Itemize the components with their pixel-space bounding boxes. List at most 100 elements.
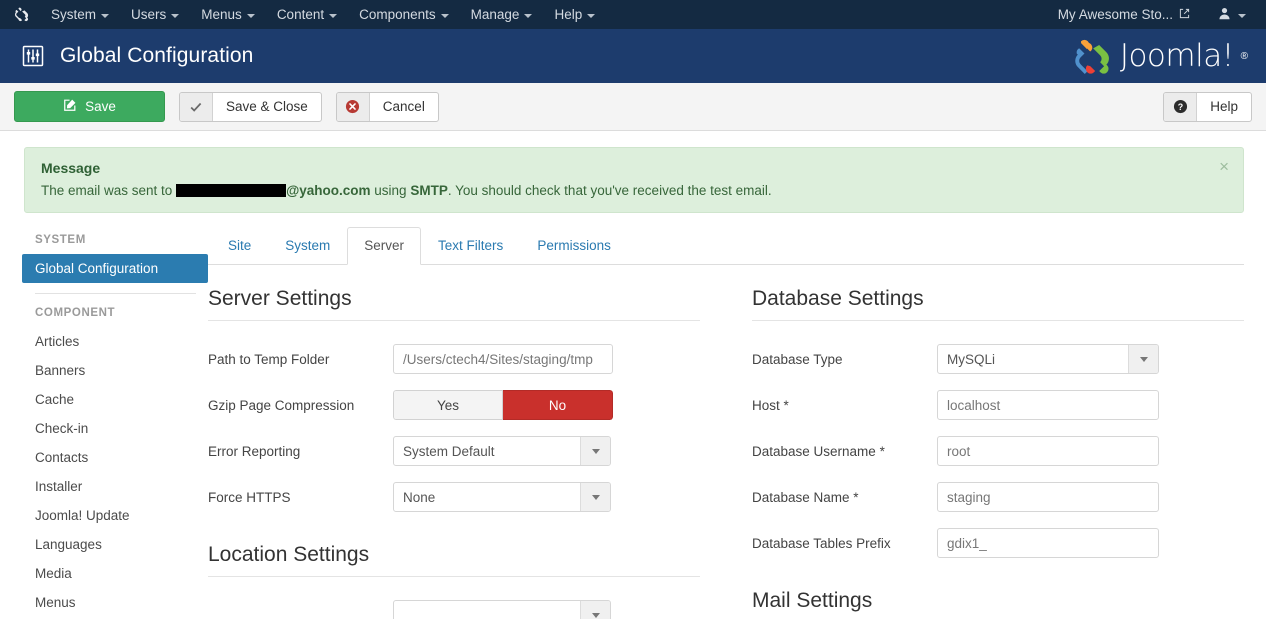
tab-label: Server	[364, 238, 405, 253]
page-title: Global Configuration	[60, 44, 254, 67]
tab-server[interactable]: Server	[347, 227, 422, 265]
joomla-logo: Joomla! ®	[1067, 36, 1248, 76]
menu-item-system-label: System	[51, 7, 97, 22]
field-control: MySQLi	[937, 344, 1244, 374]
field-label: Database Type	[752, 351, 843, 367]
sidebar-item-check-in[interactable]: Check-in	[22, 414, 208, 443]
field-gzip-page-compression: Gzip Page Compression Yes No	[208, 389, 700, 421]
sidebar-item-media[interactable]: Media	[22, 559, 208, 588]
user-menu[interactable]	[1204, 0, 1256, 29]
top-menu-bar: System Users Menus Content Components Ma…	[0, 0, 1266, 29]
cancel-circle-icon	[336, 92, 370, 121]
location-settings-title: Location Settings	[208, 543, 700, 577]
tab-label: Permissions	[537, 238, 611, 253]
gzip-option-no[interactable]: No	[503, 390, 613, 420]
database-name-input[interactable]	[937, 482, 1159, 512]
tab-label: Text Filters	[438, 238, 504, 253]
external-link-icon	[1179, 7, 1190, 22]
site-name-link[interactable]: My Awesome Sto...	[1044, 0, 1204, 29]
sidebar-item-label: Check-in	[35, 421, 89, 436]
menu-item-components[interactable]: Components	[348, 0, 460, 29]
sidebar-item-languages[interactable]: Languages	[22, 530, 208, 559]
temp-folder-input[interactable]	[393, 344, 613, 374]
chevron-down-icon	[246, 13, 255, 18]
pencil-square-icon	[63, 98, 77, 115]
mail-settings-title: Mail Settings	[752, 589, 1244, 619]
tab-label: Site	[228, 238, 252, 253]
sidebar-item-global-configuration[interactable]: Global Configuration	[22, 254, 208, 283]
sidebar-item-label: Media	[35, 566, 72, 581]
chevron-down-icon	[329, 13, 338, 18]
location-select[interactable]	[393, 600, 611, 619]
svg-text:?: ?	[1178, 102, 1183, 112]
message-text-mid: using	[374, 183, 407, 198]
sidebar-item-contacts[interactable]: Contacts	[22, 443, 208, 472]
force-https-value: None	[403, 489, 436, 505]
joomla-mark-icon[interactable]	[0, 6, 40, 23]
sidebar-item-label: Global Configuration	[35, 261, 159, 276]
save-and-close-button[interactable]: Save & Close	[179, 91, 322, 122]
field-label: Gzip Page Compression	[208, 397, 355, 413]
tab-label: System	[285, 238, 331, 253]
menu-item-menus[interactable]: Menus	[190, 0, 266, 29]
field-label: Error Reporting	[208, 443, 301, 459]
gzip-option-yes[interactable]: Yes	[393, 390, 503, 420]
field-control	[937, 390, 1244, 420]
menu-item-manage[interactable]: Manage	[460, 0, 544, 29]
page-header: Global Configuration Joomla! ®	[0, 29, 1266, 83]
menu-item-content[interactable]: Content	[266, 0, 348, 29]
field-control	[937, 528, 1244, 558]
field-control: Yes No	[393, 390, 700, 420]
sidebar-item-label: Installer	[35, 479, 83, 494]
server-settings-title: Server Settings	[208, 287, 700, 321]
tab-permissions[interactable]: Permissions	[520, 227, 628, 265]
error-reporting-select[interactable]: System Default	[393, 436, 611, 466]
menu-item-help[interactable]: Help	[543, 0, 606, 29]
toolbar: Save Save & Close Cancel ? Help	[0, 83, 1266, 131]
tab-site[interactable]: Site	[211, 227, 268, 265]
chevron-down-icon	[580, 437, 610, 465]
sidebar-item-label: Cache	[35, 392, 75, 407]
error-reporting-value: System Default	[403, 443, 495, 459]
field-error-reporting: Error Reporting System Default	[208, 435, 700, 467]
user-icon	[1218, 7, 1231, 23]
sidebar-item-menus[interactable]: Menus	[22, 588, 208, 617]
chevron-down-icon	[1128, 345, 1158, 373]
menu-item-users[interactable]: Users	[120, 0, 190, 29]
tab-system[interactable]: System	[268, 227, 347, 265]
field-database-tables-prefix: Database Tables Prefix	[752, 527, 1244, 559]
chevron-down-icon	[440, 13, 449, 18]
joomla-registered-mark: ®	[1240, 50, 1248, 62]
sidebar-item-joomla-update[interactable]: Joomla! Update	[22, 501, 208, 530]
settings-columns: Server Settings Path to Temp Folder Gzip…	[208, 265, 1244, 619]
sidebar-item-banners[interactable]: Banners	[22, 356, 208, 385]
close-icon[interactable]: ×	[1219, 158, 1229, 175]
tab-text-filters[interactable]: Text Filters	[421, 227, 520, 265]
field-label: Force HTTPS	[208, 489, 291, 505]
database-type-select[interactable]: MySQLi	[937, 344, 1159, 374]
database-tables-prefix-input[interactable]	[937, 528, 1159, 558]
host-input[interactable]	[937, 390, 1159, 420]
menu-item-help-label: Help	[554, 7, 583, 22]
sidebar-item-cache[interactable]: Cache	[22, 385, 208, 414]
field-database-type: Database Type MySQLi	[752, 343, 1244, 375]
menu-item-system[interactable]: System	[40, 0, 120, 29]
field-control	[937, 436, 1244, 466]
save-button[interactable]: Save	[14, 91, 165, 122]
menu-item-content-label: Content	[276, 7, 325, 22]
top-menu-left: System Users Menus Content Components Ma…	[0, 0, 606, 29]
sidebar-heading-system: SYSTEM	[35, 234, 86, 246]
message-protocol: SMTP	[410, 183, 448, 198]
top-menu-right: My Awesome Sto...	[1044, 0, 1266, 29]
sidebar-item-installer[interactable]: Installer	[22, 472, 208, 501]
sliders-icon	[20, 43, 46, 69]
help-button[interactable]: ? Help	[1163, 91, 1252, 122]
field-location-first	[208, 599, 700, 619]
field-control: None	[393, 482, 700, 512]
message-alert-body: The email was sent to @yahoo.com using S…	[41, 183, 1227, 198]
sidebar-item-articles[interactable]: Articles	[22, 327, 208, 356]
database-username-input[interactable]	[937, 436, 1159, 466]
force-https-select[interactable]: None	[393, 482, 611, 512]
field-control	[393, 600, 700, 619]
cancel-button[interactable]: Cancel	[335, 91, 439, 122]
